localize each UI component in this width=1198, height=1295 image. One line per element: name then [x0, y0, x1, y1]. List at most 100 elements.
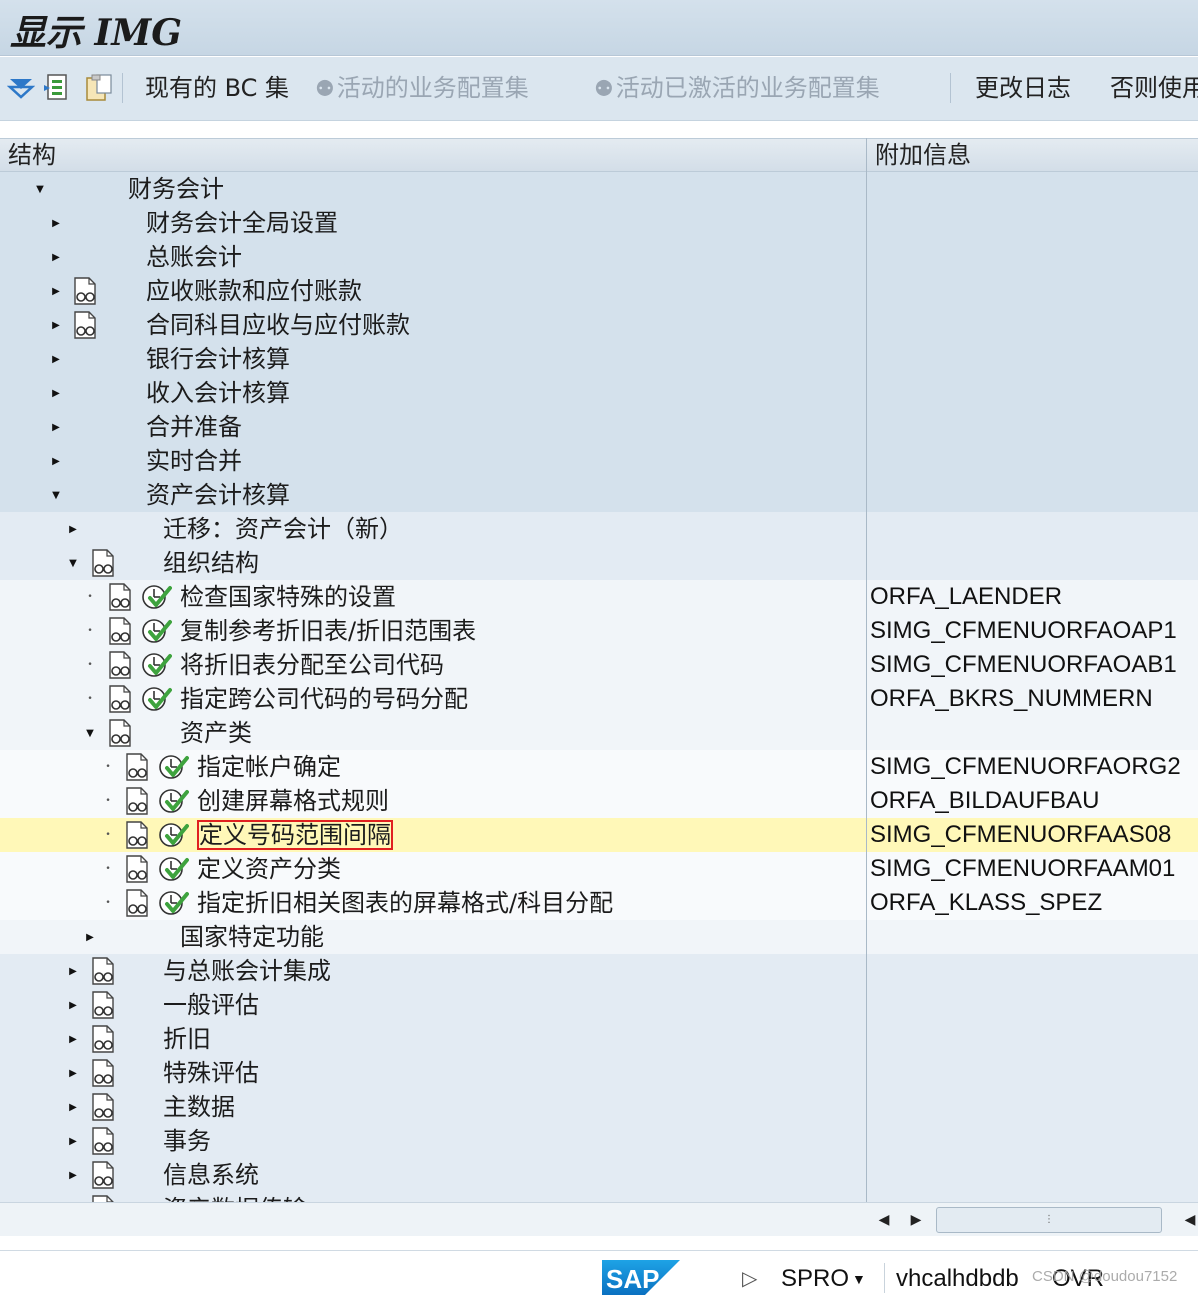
tree-node-label[interactable]: 合同科目应收与应付账款	[146, 308, 410, 342]
tree-node[interactable]: ▶ 合同科目应收与应付账款	[0, 308, 1198, 342]
change-log-button[interactable]: 更改日志	[975, 69, 1071, 107]
tree-node[interactable]: • 定义资产分类 SIMG_CFMENUORFAAM01	[0, 852, 1198, 886]
expand-node-icon[interactable]: ▶	[65, 988, 81, 1022]
documentation-icon[interactable]	[72, 310, 102, 340]
tree-node[interactable]: ▶ 与总账会计集成	[0, 954, 1198, 988]
tree-node[interactable]: • 检查国家特殊的设置 ORFA_LAENDER	[0, 580, 1198, 614]
expand-node-icon[interactable]: ▶	[65, 1090, 81, 1124]
tree-node[interactable]: • 复制参考折旧表/折旧范围表 SIMG_CFMENUORFAOAP1	[0, 614, 1198, 648]
expand-node-icon[interactable]: ▶	[48, 240, 64, 274]
tree-node-label[interactable]: 应收账款和应付账款	[146, 274, 362, 308]
tree-node-label[interactable]: 财务会计全局设置	[146, 206, 338, 240]
execute-activity-icon[interactable]	[157, 752, 189, 782]
documentation-icon[interactable]	[124, 786, 154, 816]
tree-node[interactable]: • 指定帐户确定 SIMG_CFMENUORFAORG2	[0, 750, 1198, 784]
horizontal-scrollbar[interactable]: ◀ ▶ ⋮ ◀	[0, 1202, 1198, 1236]
tree-node[interactable]: ▶ 迁移：资产会计（新）	[0, 512, 1198, 546]
structure-column-header[interactable]: 结构	[8, 139, 56, 171]
tree-node-label[interactable]: 特殊评估	[163, 1056, 259, 1090]
documentation-icon[interactable]	[90, 1058, 120, 1088]
bc-sets-button[interactable]: 现有的 BC 集	[145, 69, 289, 107]
documentation-icon[interactable]	[90, 1194, 120, 1202]
documentation-icon[interactable]	[124, 752, 154, 782]
expand-node-icon[interactable]: ▶	[65, 512, 81, 546]
tree-node-label[interactable]: 创建屏幕格式规则	[197, 784, 389, 818]
tree-node[interactable]: ▶ 银行会计核算	[0, 342, 1198, 376]
expand-node-icon[interactable]: ▶	[48, 274, 64, 308]
tree-node[interactable]: ▶ 事务	[0, 1124, 1198, 1158]
execute-activity-icon[interactable]	[140, 616, 172, 646]
expand-subtree-icon[interactable]	[6, 73, 36, 103]
tree-node-label[interactable]: 指定折旧相关图表的屏幕格式/科目分配	[197, 886, 613, 920]
documentation-icon[interactable]	[90, 1126, 120, 1156]
tree-node[interactable]: ▼ 组织结构	[0, 546, 1198, 580]
tree-node[interactable]: • 定义号码范围间隔 SIMG_CFMENUORFAAS08	[0, 818, 1198, 852]
tree-node-label[interactable]: 实时合并	[146, 444, 242, 478]
tree-node-label[interactable]: 国家特定功能	[180, 920, 324, 954]
activated-bc-sets-button[interactable]: ⚉活动已激活的业务配置集	[594, 69, 880, 107]
tree-node-label[interactable]: 将折旧表分配至公司代码	[180, 648, 444, 682]
expand-node-icon[interactable]: ▶	[82, 920, 98, 954]
collapse-node-icon[interactable]: ▼	[48, 478, 64, 512]
tree-node-label[interactable]: 资产数据传输	[163, 1192, 307, 1202]
tree-node[interactable]: ▶ 实时合并	[0, 444, 1198, 478]
expand-node-icon[interactable]: ▶	[65, 1124, 81, 1158]
documentation-icon[interactable]	[107, 650, 137, 680]
tree-node[interactable]: ▶ 应收账款和应付账款	[0, 274, 1198, 308]
tree-node[interactable]: • 将折旧表分配至公司代码 SIMG_CFMENUORFAOAB1	[0, 648, 1198, 682]
execute-activity-icon[interactable]	[157, 888, 189, 918]
documentation-icon[interactable]	[90, 1092, 120, 1122]
where-used-icon[interactable]	[42, 73, 74, 103]
otherwise-use-button[interactable]: 否则使用	[1110, 69, 1198, 107]
clipboard-icon[interactable]	[82, 73, 116, 103]
expand-node-icon[interactable]: ▶	[65, 954, 81, 988]
tree-node-label[interactable]: 主数据	[163, 1090, 235, 1124]
tree-node[interactable]: ▶ 总账会计	[0, 240, 1198, 274]
scroll-left-icon[interactable]: ◀	[1180, 1209, 1198, 1231]
tree-node-label[interactable]: 指定跨公司代码的号码分配	[180, 682, 468, 716]
tree-node-label[interactable]: 复制参考折旧表/折旧范围表	[180, 614, 476, 648]
tree-node[interactable]: ▶ 一般评估	[0, 988, 1198, 1022]
tree-node-label[interactable]: 事务	[163, 1124, 211, 1158]
expand-node-icon[interactable]: ▶	[65, 1158, 81, 1192]
expand-node-icon[interactable]: ▶	[65, 1056, 81, 1090]
scroll-right-icon[interactable]: ▶	[906, 1209, 926, 1231]
execute-activity-icon[interactable]	[157, 854, 189, 884]
documentation-icon[interactable]	[107, 684, 137, 714]
tree-node[interactable]: • 指定折旧相关图表的屏幕格式/科目分配 ORFA_KLASS_SPEZ	[0, 886, 1198, 920]
documentation-icon[interactable]	[107, 718, 137, 748]
collapse-node-icon[interactable]: ▼	[32, 172, 48, 206]
expand-node-icon[interactable]: ▶	[48, 410, 64, 444]
expand-node-icon[interactable]: ▶	[65, 1022, 81, 1056]
tree-node-label[interactable]: 定义号码范围间隔	[197, 820, 393, 850]
tree-node[interactable]: ▶ 财务会计全局设置	[0, 206, 1198, 240]
tree-node[interactable]: • 创建屏幕格式规则 ORFA_BILDAUFBAU	[0, 784, 1198, 818]
tree-node-label[interactable]: 定义资产分类	[197, 852, 341, 886]
tree-node-label[interactable]: 信息系统	[163, 1158, 259, 1192]
tree-node-label[interactable]: 检查国家特殊的设置	[180, 580, 396, 614]
tree-node-label[interactable]: 合并准备	[146, 410, 242, 444]
documentation-icon[interactable]	[107, 582, 137, 612]
tree-node-label[interactable]: 收入会计核算	[146, 376, 290, 410]
tree-node[interactable]: ▶ 折旧	[0, 1022, 1198, 1056]
execute-activity-icon[interactable]	[140, 684, 172, 714]
tree-node[interactable]: ▼ 资产会计核算	[0, 478, 1198, 512]
expand-node-icon[interactable]: ▶	[48, 308, 64, 342]
expand-node-icon[interactable]: ▶	[48, 206, 64, 240]
execute-activity-icon[interactable]	[140, 582, 172, 612]
execute-activity-icon[interactable]	[157, 820, 189, 850]
additional-info-column-header[interactable]: 附加信息	[875, 139, 971, 171]
tree-node-label[interactable]: 财务会计	[128, 172, 224, 206]
tree-node-label[interactable]: 银行会计核算	[146, 342, 290, 376]
tree-node[interactable]: • 指定跨公司代码的号码分配 ORFA_BKRS_NUMMERN	[0, 682, 1198, 716]
tree-node-label[interactable]: 资产类	[180, 716, 252, 750]
tree-node-label[interactable]: 资产会计核算	[146, 478, 290, 512]
tree-node[interactable]: ▼ 财务会计	[0, 172, 1198, 206]
tree-node-label[interactable]: 组织结构	[163, 546, 259, 580]
documentation-icon[interactable]	[107, 616, 137, 646]
documentation-icon[interactable]	[90, 990, 120, 1020]
tree-node[interactable]: ▶ 信息系统	[0, 1158, 1198, 1192]
tree-node-label[interactable]: 与总账会计集成	[163, 954, 331, 988]
collapse-node-icon[interactable]: ▼	[65, 546, 81, 580]
tree-node[interactable]: ▶ 资产数据传输	[0, 1192, 1198, 1202]
